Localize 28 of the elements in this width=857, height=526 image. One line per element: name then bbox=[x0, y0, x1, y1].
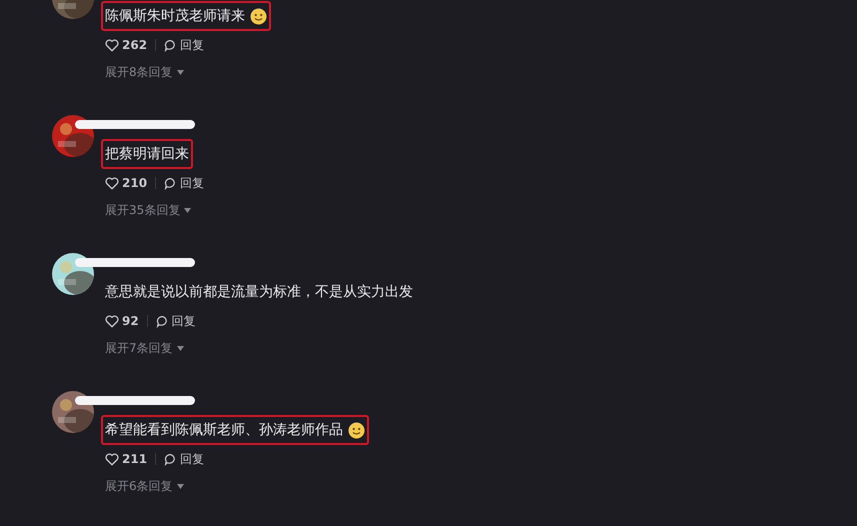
like-button[interactable]: 262 bbox=[105, 36, 148, 54]
speech-bubble-icon bbox=[164, 176, 178, 190]
comment-text: 陈佩斯朱时茂老师请来 bbox=[105, 6, 245, 26]
speech-bubble-icon bbox=[156, 314, 169, 328]
reply-button[interactable]: 回复 bbox=[164, 174, 204, 192]
comment-text: 希望能看到陈佩斯老师、孙涛老师作品 bbox=[105, 420, 343, 440]
caret-icon bbox=[176, 484, 184, 488]
like-button[interactable]: 92 bbox=[105, 312, 139, 330]
speech-bubble-icon bbox=[164, 452, 178, 466]
speech-bubble-icon bbox=[164, 38, 178, 52]
like-button[interactable]: 211 bbox=[105, 450, 148, 468]
heart-icon bbox=[105, 38, 119, 52]
reply-button[interactable]: 回复 bbox=[164, 36, 204, 54]
expand-replies-button[interactable]: 展开6条回复 bbox=[105, 477, 184, 495]
reply-button[interactable]: 回复 bbox=[156, 312, 196, 330]
caret-icon bbox=[176, 346, 184, 350]
caret-icon bbox=[176, 70, 184, 74]
heart-icon bbox=[105, 314, 119, 328]
reply-button[interactable]: 回复 bbox=[164, 450, 204, 468]
expand-replies-button[interactable]: 展开35条回复 bbox=[105, 201, 192, 219]
caret-icon bbox=[184, 208, 192, 212]
expand-replies-button[interactable]: 展开8条回复 bbox=[105, 63, 184, 81]
comment-text: 意思就是说以前都是流量为标准，不是从实力出发 bbox=[105, 282, 413, 302]
heart-icon bbox=[105, 452, 119, 466]
expand-replies-button[interactable]: 展开7条回复 bbox=[105, 339, 184, 357]
heart-icon bbox=[105, 176, 119, 190]
like-button[interactable]: 210 bbox=[105, 174, 148, 192]
comment-text: 把蔡明请回来 bbox=[105, 144, 189, 164]
